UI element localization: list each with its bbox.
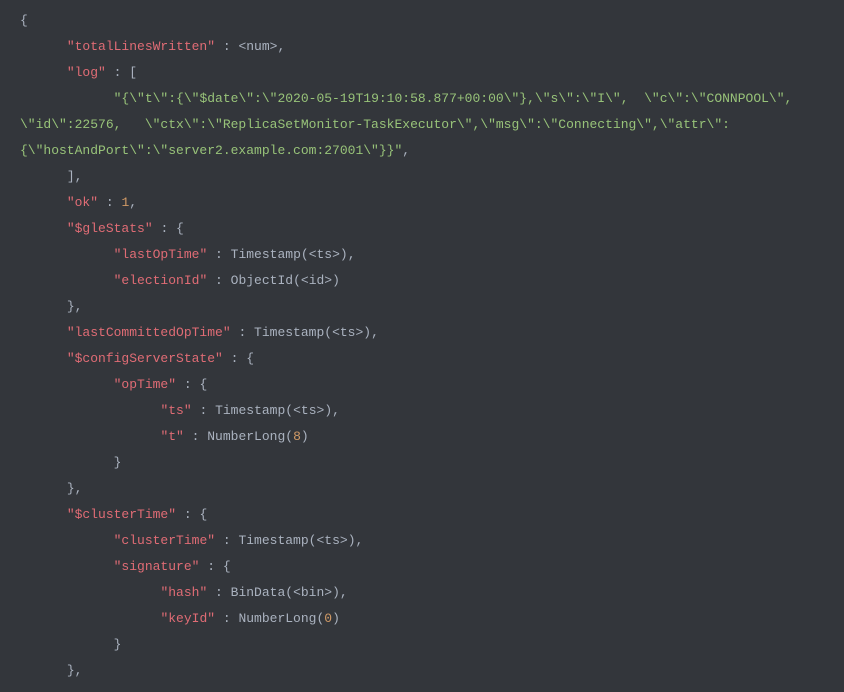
ts-placeholder: <ts> (332, 325, 363, 340)
key-totalLinesWritten: "totalLinesWritten" (67, 39, 215, 54)
func-timestamp: Timestamp (238, 533, 308, 548)
ts-placeholder: <ts> (309, 247, 340, 262)
key-clusterTime-inner: "clusterTime" (114, 533, 215, 548)
func-bindata: BinData (231, 585, 286, 600)
key-log: "log" (67, 65, 106, 80)
func-numberlong: NumberLong (238, 611, 316, 626)
bin-placeholder: <bin> (293, 585, 332, 600)
key-gleStats: "$gleStats" (67, 221, 153, 236)
func-timestamp: Timestamp (254, 325, 324, 340)
func-numberlong: NumberLong (207, 429, 285, 444)
key-configServerState: "$configServerState" (67, 351, 223, 366)
func-objectid: ObjectId (231, 273, 293, 288)
key-hash: "hash" (160, 585, 207, 600)
key-ts: "ts" (160, 403, 191, 418)
code-block: { "totalLinesWritten" : <num>, "log" : [… (0, 0, 844, 692)
value-zero: 0 (324, 611, 332, 626)
key-lastCommittedOpTime: "lastCommittedOpTime" (67, 325, 231, 340)
brace-open: { (20, 13, 28, 28)
key-electionId: "electionId" (114, 273, 208, 288)
key-opTime: "opTime" (114, 377, 176, 392)
log-line-string: "{\"t\":{\"$date\":\"2020-05-19T19:10:58… (20, 91, 800, 158)
value-eight: 8 (293, 429, 301, 444)
func-timestamp: Timestamp (231, 247, 301, 262)
key-lastOpTime: "lastOpTime" (114, 247, 208, 262)
ts-placeholder: <ts> (316, 533, 347, 548)
num-placeholder: <num> (238, 39, 277, 54)
key-t: "t" (160, 429, 183, 444)
ts-placeholder: <ts> (293, 403, 324, 418)
key-keyId: "keyId" (160, 611, 215, 626)
key-signature: "signature" (114, 559, 200, 574)
func-timestamp: Timestamp (215, 403, 285, 418)
key-clusterTime-outer: "$clusterTime" (67, 507, 176, 522)
key-ok: "ok" (67, 195, 98, 210)
id-placeholder: <id> (301, 273, 332, 288)
